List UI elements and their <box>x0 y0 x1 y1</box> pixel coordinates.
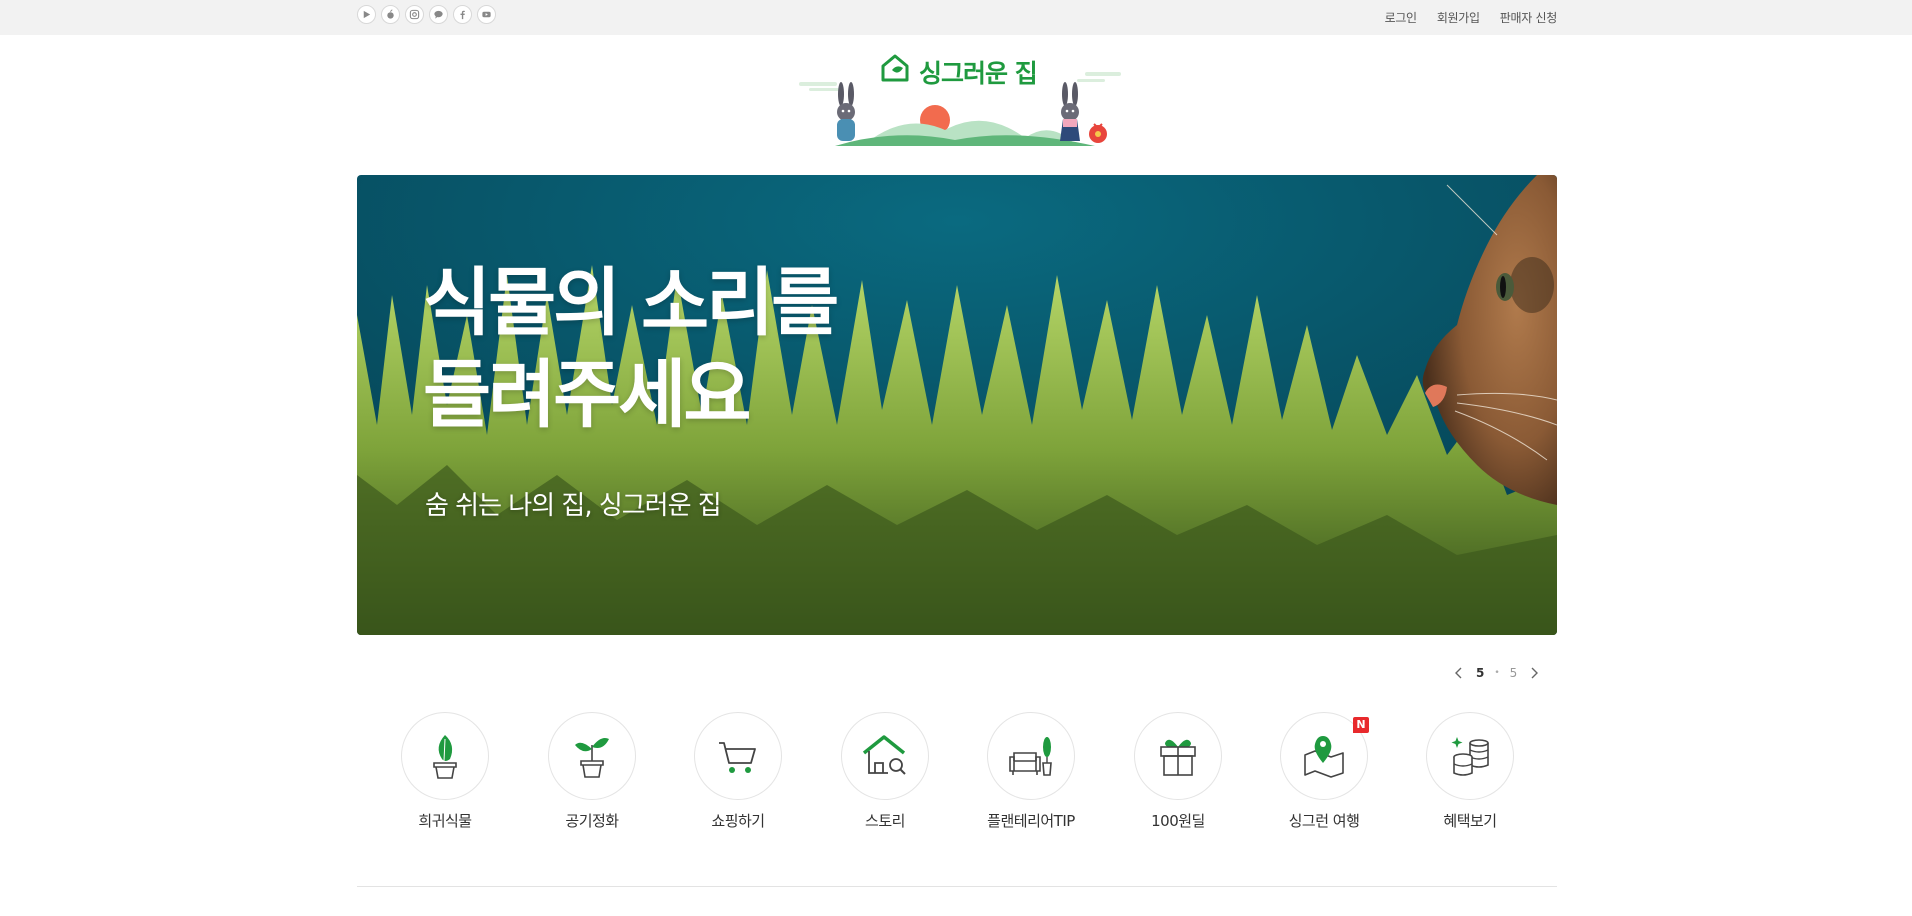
pager-current: 5 <box>1476 666 1485 680</box>
category-100won-deal[interactable]: 100원딜 <box>1118 712 1238 831</box>
category-label: 희귀식물 <box>418 812 472 830</box>
category-benefits[interactable]: 혜택보기 <box>1410 712 1530 831</box>
banner-title: 식물의 소리를 들려주세요 <box>423 257 839 441</box>
logo-text: 싱그러운 집 <box>919 59 1038 88</box>
category-icon-circle <box>694 712 782 800</box>
category-label: 싱그런 여행 <box>1288 812 1360 830</box>
hero-banner[interactable]: 식물의 소리를 들려주세요 숨 쉬는 나의 집, 싱그러운 집 <box>357 175 1557 635</box>
seller-apply-link[interactable]: 판매자 신청 <box>1500 9 1558 26</box>
pager-separator: • <box>1494 668 1500 678</box>
banner-pager: 5 • 5 <box>1452 664 1541 682</box>
category-label: 100원딜 <box>1151 812 1205 830</box>
facebook-icon[interactable] <box>453 5 472 24</box>
banner-title-line2: 들려주세요 <box>423 352 751 438</box>
top-bar: 로그인 회원가입 판매자 신청 <box>0 0 1912 35</box>
category-air-purifying[interactable]: 공기정화 <box>532 712 652 831</box>
category-icon-circle <box>401 712 489 800</box>
rabbit-right-icon <box>1060 82 1080 141</box>
category-travel[interactable]: N 싱그런 여행 <box>1264 712 1384 831</box>
category-shopping[interactable]: 쇼핑하기 <box>678 712 798 831</box>
rare-plant-icon <box>433 735 457 779</box>
apple-icon[interactable] <box>381 5 400 24</box>
account-links: 로그인 회원가입 판매자 신청 <box>1385 0 1558 35</box>
category-label: 플랜테리어TIP <box>987 812 1075 830</box>
play-store-icon[interactable] <box>357 5 376 24</box>
category-label: 혜택보기 <box>1443 812 1497 830</box>
category-icon-circle <box>1426 712 1514 800</box>
category-menu: 희귀식물 공기정화 쇼핑하기 스토리 플랜테리어TIP 100원딜 N 싱그런 … <box>357 712 1557 832</box>
social-links <box>357 5 496 24</box>
sprout-pot-icon <box>575 738 609 778</box>
prev-slide-button[interactable] <box>1452 664 1466 682</box>
signup-link[interactable]: 회원가입 <box>1437 9 1480 26</box>
category-icon-circle: N <box>1280 712 1369 800</box>
category-planterior-tip[interactable]: 플랜테리어TIP <box>971 712 1091 831</box>
category-label: 공기정화 <box>565 812 619 830</box>
pager-total: 5 <box>1509 666 1518 680</box>
youtube-icon[interactable] <box>477 5 496 24</box>
sofa-plant-icon <box>1009 737 1052 776</box>
login-link[interactable]: 로그인 <box>1385 9 1418 26</box>
category-icon-circle <box>987 712 1075 800</box>
lucky-bag-icon <box>1089 123 1107 143</box>
next-slide-button[interactable] <box>1527 664 1541 682</box>
banner-subtitle: 숨 쉬는 나의 집, 싱그러운 집 <box>425 491 722 521</box>
site-logo[interactable]: 싱그러운 집 <box>795 48 1125 148</box>
category-label: 쇼핑하기 <box>711 812 765 830</box>
house-logo-icon <box>881 54 909 82</box>
new-badge: N <box>1353 717 1369 733</box>
gift-box-icon <box>1160 739 1196 776</box>
category-rare-plants[interactable]: 희귀식물 <box>385 712 505 831</box>
chevron-left-icon <box>1455 667 1462 679</box>
chevron-right-icon <box>1531 667 1539 679</box>
rabbit-left-icon <box>837 82 855 141</box>
coin-stack-icon <box>1451 737 1489 776</box>
chat-icon[interactable] <box>429 5 448 24</box>
category-story[interactable]: 스토리 <box>825 712 945 831</box>
category-icon-circle <box>841 712 929 800</box>
map-pin-icon <box>1304 736 1344 778</box>
banner-title-line1: 식물의 소리를 <box>423 260 839 346</box>
section-divider <box>357 886 1557 887</box>
shopping-cart-icon <box>719 742 756 773</box>
category-icon-circle <box>548 712 636 800</box>
category-label: 스토리 <box>865 812 905 830</box>
house-search-icon <box>862 735 906 775</box>
category-icon-circle <box>1134 712 1222 800</box>
instagram-icon[interactable] <box>405 5 424 24</box>
